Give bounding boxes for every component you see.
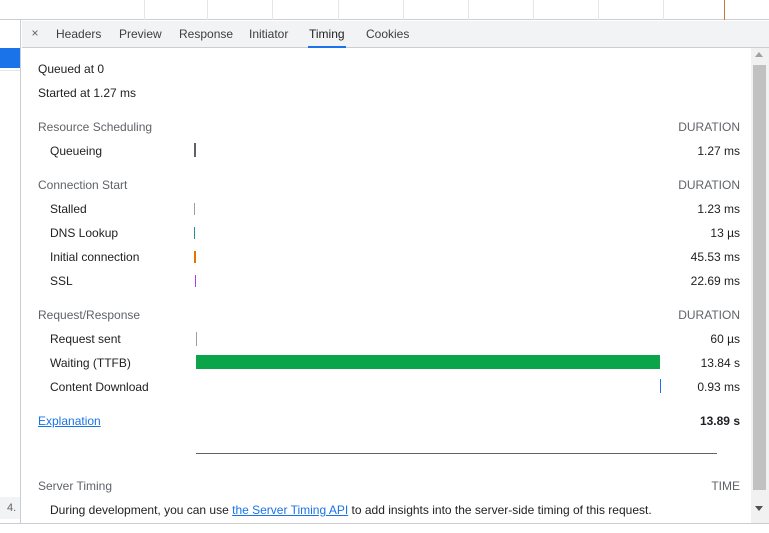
- tab-initiator[interactable]: Initiator: [248, 21, 289, 47]
- grid-column-divider: [468, 0, 469, 20]
- server-timing-text-before: During development, you can use: [50, 503, 233, 517]
- grid-column-divider: [598, 0, 599, 20]
- timing-panel: Queued at 0 Started at 1.27 ms Resource …: [22, 48, 751, 523]
- server-timing-info: During development, you can use the Serv…: [50, 503, 652, 517]
- tab-headers[interactable]: Headers: [55, 21, 102, 47]
- duration-header: DURATION: [678, 178, 740, 192]
- queued-at: Queued at 0: [38, 62, 105, 76]
- row-label-ssl: SSL: [50, 274, 73, 288]
- content-download-bar: [660, 379, 661, 393]
- row-value-queueing: 1.27 ms: [697, 144, 740, 158]
- section-title-resource-scheduling: Resource Scheduling: [38, 120, 153, 134]
- tab-preview[interactable]: Preview: [118, 21, 163, 47]
- request-row-number[interactable]: 4.: [0, 497, 20, 519]
- details-tab-strip: × Headers Preview Response Initiator Tim…: [22, 21, 769, 48]
- row-label-waiting-ttfb: Waiting (TTFB): [50, 356, 131, 370]
- stalled-bar: [194, 203, 195, 215]
- row-divider: [0, 70, 20, 71]
- row-value-stalled: 1.23 ms: [697, 202, 740, 216]
- grid-column-divider: [533, 0, 534, 20]
- scroll-up-arrow-icon[interactable]: [755, 52, 763, 57]
- server-timing-api-link[interactable]: the Server Timing API: [232, 503, 348, 517]
- row-value-ssl: 22.69 ms: [690, 274, 740, 288]
- request-list[interactable]: 4.: [0, 20, 21, 523]
- row-value-waiting-ttfb: 13.84 s: [700, 356, 740, 370]
- total-duration: 13.89 s: [699, 414, 740, 428]
- initial-connection-bar: [194, 251, 196, 263]
- request-sent-bar: [196, 332, 197, 346]
- row-value-dns-lookup: 13 µs: [710, 226, 740, 240]
- started-at: Started at 1.27 ms: [38, 86, 137, 100]
- section-title-server-timing: Server Timing: [38, 479, 113, 493]
- row-label-stalled: Stalled: [50, 202, 87, 216]
- timeline-marker: [724, 0, 725, 20]
- grid-column-divider: [207, 0, 208, 20]
- scrollbar-thumb[interactable]: [753, 65, 766, 490]
- waiting-ttfb-bar: [196, 355, 660, 369]
- row-label-content-download: Content Download: [50, 380, 149, 394]
- explanation-link[interactable]: Explanation: [38, 414, 101, 428]
- ssl-bar: [195, 275, 196, 287]
- tab-timing[interactable]: Timing: [308, 21, 346, 48]
- duration-header: DURATION: [678, 308, 740, 322]
- network-grid-header: [0, 0, 769, 20]
- row-value-initial-connection: 45.53 ms: [690, 250, 740, 264]
- section-title-request-response: Request/Response: [38, 308, 141, 322]
- dns-lookup-bar: [194, 227, 195, 239]
- grid-column-divider: [144, 0, 145, 20]
- row-label-request-sent: Request sent: [50, 332, 121, 346]
- grid-column-divider: [272, 0, 273, 20]
- tab-response[interactable]: Response: [178, 21, 234, 47]
- selected-request-row[interactable]: [0, 48, 20, 68]
- row-label-queueing: Queueing: [50, 144, 103, 158]
- queueing-bar: [194, 143, 196, 157]
- grid-column-divider: [663, 0, 664, 20]
- row-value-request-sent: 60 µs: [710, 332, 740, 346]
- close-icon[interactable]: ×: [28, 26, 42, 40]
- section-divider: [196, 453, 717, 454]
- bottom-edge: [0, 523, 769, 533]
- row-value-content-download: 0.93 ms: [697, 380, 740, 394]
- vertical-scrollbar[interactable]: [751, 48, 769, 523]
- row-label-initial-connection: Initial connection: [50, 250, 140, 264]
- scroll-down-arrow-icon[interactable]: [755, 506, 763, 511]
- row-label-dns-lookup: DNS Lookup: [50, 226, 119, 240]
- time-header: TIME: [711, 479, 740, 493]
- section-title-connection-start: Connection Start: [38, 178, 128, 192]
- grid-column-divider: [403, 0, 404, 20]
- server-timing-text-after: to add insights into the server-side tim…: [348, 503, 652, 517]
- grid-column-divider: [338, 0, 339, 20]
- tab-cookies[interactable]: Cookies: [365, 21, 410, 47]
- duration-header: DURATION: [678, 120, 740, 134]
